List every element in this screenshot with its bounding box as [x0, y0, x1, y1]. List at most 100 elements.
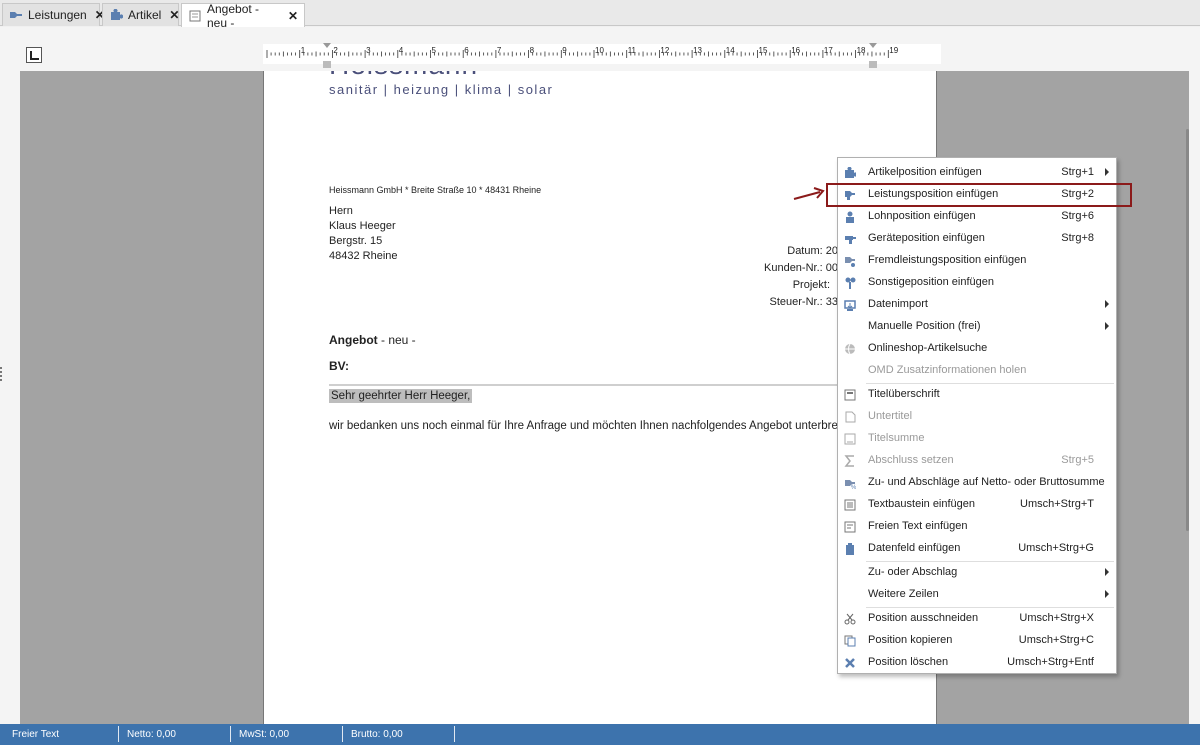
datafield-icon: [844, 543, 856, 555]
meta-projekt: Projekt:: [792, 279, 830, 291]
scissors-icon: [844, 613, 856, 625]
document-subject: Angebot - neu -: [329, 333, 416, 347]
menu-item-shortcut: Strg+1: [1061, 166, 1094, 178]
menu-item-freien-text-einfügen[interactable]: Freien Text einfügen: [838, 516, 1116, 538]
menu-item-fremdleistungsposition-einfügen[interactable]: Fremdleistungsposition einfügen: [838, 250, 1116, 272]
horizontal-ruler[interactable]: 1 2 3 4 5 6 7 8 9 10 11 12 13 14 15 16 17 18 19: [263, 41, 943, 71]
splitter-handle[interactable]: [0, 367, 3, 381]
menu-item-artikelposition-einfügen[interactable]: Artikelposition einfügen Strg+1: [838, 162, 1116, 184]
menu-item-label: Sonstigeposition einfügen: [868, 276, 994, 288]
meta-steuer-nr: Steuer-Nr.: 33: [769, 296, 838, 308]
puzzle-icon: [844, 166, 858, 179]
bv-label: BV:: [329, 359, 350, 373]
ruler-number: 7: [497, 46, 502, 55]
annotation-arrow-icon: [793, 187, 825, 200]
menu-item-label: Geräteposition einfügen: [868, 232, 985, 244]
menu-item-label: Position kopieren: [868, 634, 953, 646]
company-logo: Heissmann GmbH: [329, 71, 549, 81]
tab-label: Angebot - neu -: [207, 1, 260, 30]
title-sum-icon: [844, 433, 856, 445]
menu-item-datenfeld-einfügen[interactable]: Datenfeld einfügen Umsch+Strg+G: [838, 538, 1116, 560]
ruler-number: 14: [726, 46, 735, 55]
document-page[interactable]: Heissmann GmbH sanitär | heizung | klima…: [263, 71, 937, 737]
submenu-arrow-icon: [1105, 300, 1109, 308]
ruler-number: 8: [530, 46, 535, 55]
submenu-arrow-icon: [1105, 590, 1109, 598]
tab-leistungen[interactable]: Leistungen ✕: [2, 3, 105, 26]
meta-datum: Datum: 20: [787, 245, 838, 257]
vertical-scrollbar[interactable]: [1186, 129, 1189, 531]
menu-item-label: Artikelposition einfügen: [868, 166, 982, 178]
menu-item-position-kopieren[interactable]: Position kopieren Umsch+Strg+C: [838, 630, 1116, 652]
menu-item-lohnposition-einfügen[interactable]: Lohnposition einfügen Strg+6: [838, 206, 1116, 228]
menu-item-abschluss-setzen: Abschluss setzen Strg+5: [838, 450, 1116, 472]
tab-angebot[interactable]: Angebot - neu - ✕: [181, 1, 305, 30]
sender-line: Heissmann GmbH * Breite Straße 10 * 4843…: [329, 185, 542, 195]
menu-item-weitere-zeilen[interactable]: Weitere Zeilen: [838, 584, 1116, 606]
menu-item-label: OMD Zusatzinformationen holen: [868, 364, 1027, 376]
menu-item-omd-zusatzinformationen-holen: OMD Zusatzinformationen holen: [838, 360, 1116, 382]
status-separator: [230, 726, 231, 742]
menu-item-onlineshop-artikelsuche[interactable]: Onlineshop-Artikelsuche: [838, 338, 1116, 360]
service-icon: [9, 9, 23, 21]
logo-tagline: sanitär | heizung | klima | solar: [329, 82, 554, 97]
menu-item-position-ausschneiden[interactable]: Position ausschneiden Umsch+Strg+X: [838, 608, 1116, 630]
menu-item-titelsumme: Titelsumme: [838, 428, 1116, 450]
body-text[interactable]: wir bedanken uns noch einmal für Ihre An…: [329, 420, 840, 432]
menu-item-label: Zu- oder Abschlag: [868, 566, 958, 578]
tab-artikel[interactable]: Artikel ✕: [102, 3, 179, 26]
greeting-text[interactable]: Sehr geehrter Herr Heeger,: [329, 389, 473, 403]
status-netto: Netto: 0,00: [127, 729, 176, 740]
menu-item-label: Freien Text einfügen: [868, 520, 968, 532]
free-text-icon: [844, 521, 856, 533]
import-icon: [844, 299, 856, 311]
menu-item-geräteposition-einfügen[interactable]: Geräteposition einfügen Strg+8: [838, 228, 1116, 250]
menu-item-shortcut: Umsch+Strg+X: [1019, 612, 1094, 624]
external-service-icon: [844, 255, 856, 267]
menu-item-position-löschen[interactable]: Position löschen Umsch+Strg+Entf: [838, 652, 1116, 674]
tab-stop-selector[interactable]: [26, 47, 42, 63]
menu-item-label: Titelsumme: [868, 432, 925, 444]
status-bar: Freier Text Netto: 0,00 MwSt: 0,00 Brutt…: [0, 724, 1200, 745]
menu-item-label: Textbaustein einfügen: [868, 498, 976, 510]
menu-item-textbaustein-einfügen[interactable]: Textbaustein einfügen Umsch+Strg+T: [838, 494, 1116, 516]
tab-label: Leistungen: [28, 8, 87, 22]
address-salutation: Hern: [329, 205, 353, 217]
close-icon[interactable]: ✕: [288, 9, 298, 23]
right-indent-marker-base: [869, 61, 877, 68]
menu-item-label: Position ausschneiden: [868, 612, 979, 624]
menu-item-label: Titelüberschrift: [868, 388, 940, 400]
menu-item-zu-oder-abschlag[interactable]: Zu- oder Abschlag: [838, 562, 1116, 584]
delete-icon: [844, 657, 856, 669]
menu-item-label: Untertitel: [868, 410, 913, 422]
menu-item-untertitel: Untertitel: [838, 406, 1116, 428]
document-icon: [188, 10, 202, 22]
close-icon[interactable]: ✕: [169, 8, 179, 22]
menu-item-shortcut: Strg+5: [1061, 454, 1094, 466]
ruler-number: 18: [857, 46, 866, 55]
menu-item-titelüberschrift[interactable]: Titelüberschrift: [838, 384, 1116, 406]
ruler-number: 10: [595, 46, 604, 55]
menu-item-shortcut: Umsch+Strg+G: [1018, 542, 1094, 554]
menu-item-label: Fremdleistungsposition einfügen: [868, 254, 1027, 266]
menu-item-sonstigeposition-einfügen[interactable]: Sonstigeposition einfügen: [838, 272, 1116, 294]
tab-bar: Leistungen ✕ Artikel ✕ Angebot - neu - ✕: [0, 0, 1200, 30]
menu-item-zu-und-abschläge-auf-netto-oder-bruttosumme[interactable]: % Zu- und Abschläge auf Netto- oder Brutt…: [838, 472, 1116, 494]
meta-kunden-nr: Kunden-Nr.: 00: [764, 262, 838, 274]
tab-label: Artikel: [128, 8, 162, 22]
ruler-number: 2: [333, 46, 338, 55]
text-block-icon: [844, 499, 856, 511]
ruler-number: 13: [693, 46, 702, 55]
address-street: Bergstr. 15: [329, 235, 383, 247]
globe-icon: [844, 343, 856, 355]
misc-icon: [844, 277, 856, 289]
menu-item-shortcut: Umsch+Strg+Entf: [1007, 656, 1094, 668]
ruler-number: 3: [366, 46, 371, 55]
surcharge-icon: %: [844, 477, 857, 491]
address-name: Klaus Heeger: [329, 220, 396, 232]
drill-icon: [844, 233, 856, 245]
menu-item-datenimport[interactable]: Datenimport: [838, 294, 1116, 316]
menu-item-manuelle-position-frei[interactable]: Manuelle Position (frei): [838, 316, 1116, 338]
ruler-number: 4: [399, 46, 404, 55]
status-mode: Freier Text: [12, 729, 60, 740]
